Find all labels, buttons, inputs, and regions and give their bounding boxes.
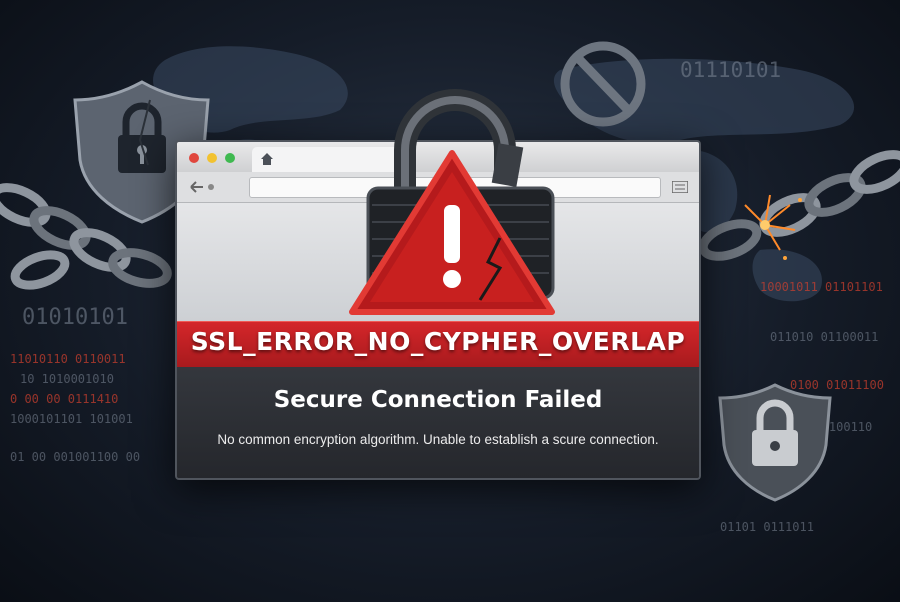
binary-row: 1000101101 101001 [10, 412, 133, 426]
binary-row: 00 0100110 [800, 420, 873, 434]
binary-row: 0100 01011100 [790, 378, 884, 392]
title-bar [177, 142, 699, 172]
menu-icon[interactable] [672, 181, 688, 193]
binary-row: 01101 0111011 [720, 520, 814, 534]
error-code-text: SSL_ERROR_NO_CYPHER_OVERLAP [190, 327, 686, 356]
page-content-area [177, 203, 699, 321]
error-code-banner: SSL_ERROR_NO_CYPHER_OVERLAP [177, 321, 699, 369]
binary-row: 10001011 01101101 [760, 280, 883, 294]
maximize-window-button[interactable] [225, 153, 235, 163]
binary-text-large: 01010101 [22, 305, 128, 330]
home-icon [261, 153, 273, 165]
binary-row: 10 1010001010 [20, 372, 114, 386]
navigation-toolbar [177, 172, 699, 203]
binary-row: 011010 01100011 [770, 330, 879, 344]
back-arrow-icon[interactable] [189, 180, 219, 194]
binary-row: 0 00 00 0111410 [10, 392, 119, 406]
binary-row: 11010110 0110011 [10, 352, 126, 366]
browser-tab[interactable] [252, 147, 402, 172]
minimize-window-button[interactable] [207, 153, 217, 163]
error-description: No common encryption algorithm. Unable t… [217, 432, 659, 447]
binary-text-top-right: 01110101 [680, 58, 782, 82]
browser-window: SSL_ERROR_NO_CYPHER_OVERLAP Secure Conne… [175, 140, 701, 480]
close-window-button[interactable] [189, 153, 199, 163]
binary-row: 01 00 001001100 00 [10, 450, 141, 464]
error-headline: Secure Connection Failed [273, 387, 603, 413]
error-message-panel: Secure Connection Failed No common encry… [177, 367, 699, 478]
address-bar[interactable] [249, 177, 661, 198]
